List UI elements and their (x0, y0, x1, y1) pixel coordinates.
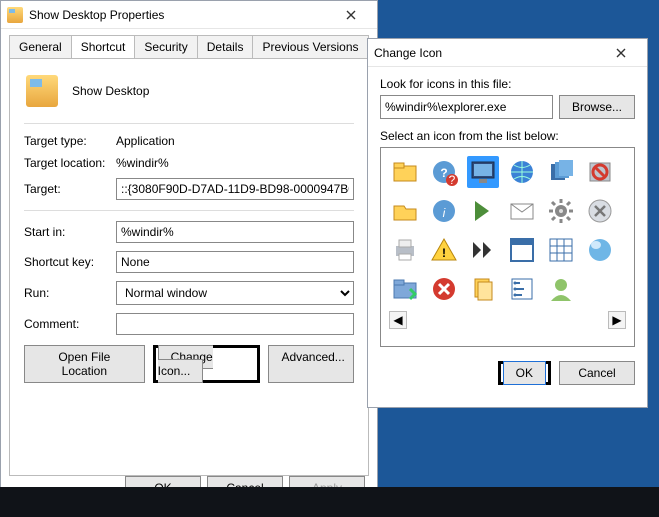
dialog-title: Change Icon (374, 46, 601, 60)
titlebar: Show Desktop Properties (1, 1, 377, 29)
icon-red-x[interactable] (428, 273, 460, 305)
target-type-label: Target type: (24, 134, 116, 148)
close-icon[interactable] (601, 42, 641, 64)
icon-orb[interactable] (584, 234, 616, 266)
svg-text:!: ! (442, 246, 446, 260)
scroll-right-icon[interactable]: ▶ (608, 311, 626, 329)
tab-shortcut[interactable]: Shortcut (71, 35, 136, 58)
icon-user[interactable] (545, 273, 577, 305)
ok-button[interactable]: OK (503, 361, 546, 385)
target-location-label: Target location: (24, 156, 116, 170)
open-file-location-button[interactable]: Open File Location (24, 345, 145, 383)
target-location-value: %windir% (116, 156, 354, 170)
icon-no-entry[interactable] (584, 156, 616, 188)
app-icon (26, 75, 58, 107)
run-select[interactable]: Normal window (116, 281, 354, 305)
startin-label: Start in: (24, 225, 116, 239)
icon-error-x[interactable] (584, 195, 616, 227)
icon-border[interactable] (506, 234, 538, 266)
icon-next[interactable] (467, 195, 499, 227)
svg-text:?: ? (449, 173, 456, 186)
icon-monitor[interactable] (467, 156, 499, 188)
startin-input[interactable] (116, 221, 354, 243)
shortcutkey-label: Shortcut key: (24, 255, 116, 269)
taskbar[interactable] (0, 487, 659, 517)
icon-warning[interactable]: ! (428, 234, 460, 266)
run-label: Run: (24, 286, 116, 300)
close-icon[interactable] (331, 4, 371, 26)
icon-folder2[interactable] (389, 273, 421, 305)
comment-label: Comment: (24, 317, 116, 331)
icon-info[interactable]: i (428, 195, 460, 227)
tab-panel: Show Desktop Target type:Application Tar… (9, 58, 369, 476)
path-input[interactable] (380, 95, 553, 119)
icon-folder-open[interactable] (389, 195, 421, 227)
icon-wireframe[interactable] (545, 234, 577, 266)
change-icon-dialog: Change Icon Look for icons in this file:… (367, 38, 648, 408)
icon-printer[interactable] (389, 234, 421, 266)
shortcutkey-input[interactable] (116, 251, 354, 273)
titlebar: Change Icon (368, 39, 647, 67)
icon-docs[interactable] (467, 273, 499, 305)
icon-gear[interactable] (545, 195, 577, 227)
highlight-ok: OK (498, 361, 551, 385)
tabstrip: General Shortcut Security Details Previo… (1, 29, 377, 58)
look-label: Look for icons in this file: (380, 77, 635, 91)
tab-details[interactable]: Details (197, 35, 254, 58)
icon-mail[interactable] (506, 195, 538, 227)
comment-input[interactable] (116, 313, 354, 335)
select-label: Select an icon from the list below: (380, 129, 635, 143)
target-type-value: Application (116, 134, 354, 148)
advanced-button[interactable]: Advanced... (268, 345, 354, 383)
properties-dialog: Show Desktop Properties General Shortcut… (0, 0, 378, 511)
shortcut-file-icon (7, 7, 23, 23)
highlight-change-icon: Change Icon... (153, 345, 261, 383)
scroll-left-icon[interactable]: ◀ (389, 311, 407, 329)
cancel-button[interactable]: Cancel (559, 361, 635, 385)
tab-security[interactable]: Security (134, 35, 197, 58)
dialog-title: Show Desktop Properties (29, 8, 331, 22)
browse-button[interactable]: Browse... (559, 95, 635, 119)
icon-globe[interactable] (506, 156, 538, 188)
svg-text:i: i (443, 206, 446, 220)
icon-folder[interactable] (389, 156, 421, 188)
icon-help[interactable]: ?? (428, 156, 460, 188)
change-icon-button[interactable]: Change Icon... (158, 345, 213, 383)
target-label: Target: (24, 182, 116, 196)
icon-stack[interactable] (545, 156, 577, 188)
target-input[interactable] (116, 178, 354, 200)
tab-previous-versions[interactable]: Previous Versions (252, 35, 368, 58)
tab-general[interactable]: General (9, 35, 72, 58)
icon-tree[interactable] (506, 273, 538, 305)
heading: Show Desktop (72, 84, 149, 98)
icon-fast-forward[interactable] (467, 234, 499, 266)
icon-list[interactable]: ?? i! ◀ ▶ (380, 147, 635, 347)
